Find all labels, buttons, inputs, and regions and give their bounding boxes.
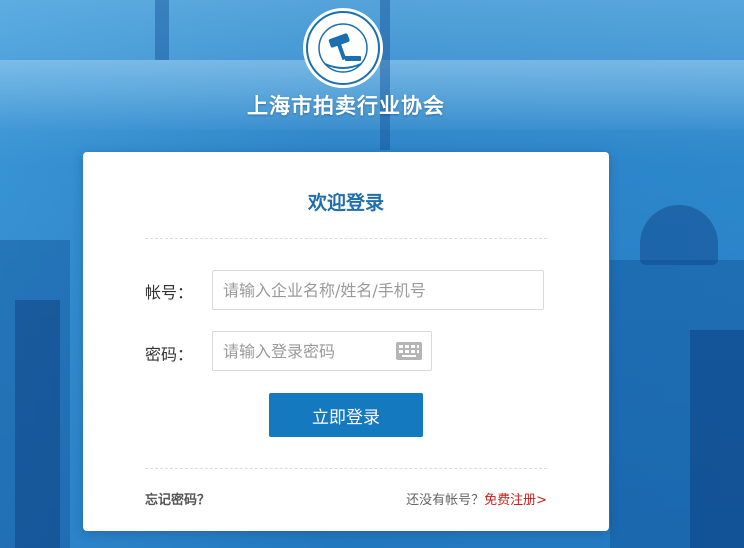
password-label: 密码： <box>145 345 194 364</box>
title-divider <box>145 238 547 239</box>
register-prompt: 还没有帐号？免费注册> <box>406 489 547 508</box>
register-link[interactable]: 免费注册> <box>484 493 547 508</box>
building-shape <box>15 300 60 548</box>
keyboard-icon[interactable] <box>396 342 422 360</box>
login-title: 欢迎登录 <box>307 192 384 214</box>
account-input[interactable] <box>212 270 544 310</box>
association-logo <box>303 8 383 88</box>
account-label: 帐号： <box>145 283 194 302</box>
tower-shape <box>155 0 169 60</box>
gavel-emblem-icon <box>306 11 380 85</box>
tower-shape <box>380 0 390 150</box>
building-shape <box>690 330 744 548</box>
org-name: 上海市拍卖行业协会 <box>247 94 445 118</box>
login-button[interactable]: 立即登录 <box>269 393 423 437</box>
login-card: 欢迎登录 帐号： 密码： 立即登录 忘记密码？ 还没有帐号？免费注册> <box>83 152 609 531</box>
dome-shape <box>640 205 718 265</box>
forgot-password-link[interactable]: 忘记密码？ <box>145 489 210 508</box>
no-account-text: 还没有帐号？ <box>406 493 485 508</box>
footer-divider <box>145 468 547 469</box>
